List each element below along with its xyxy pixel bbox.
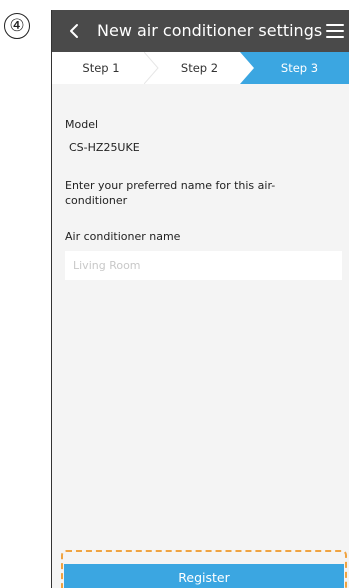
hamburger-menu-icon (326, 24, 344, 26)
step-number-marker: ④ (4, 13, 30, 39)
instruction-text-line1: Enter your preferred name for this air- (65, 179, 276, 192)
step-progress-bar: Step 1 Step 2 Step 3 (52, 52, 349, 84)
step-1: Step 1 (82, 61, 120, 75)
step-3: Step 3 (280, 61, 319, 75)
menu-button[interactable] (326, 22, 344, 40)
back-button[interactable] (62, 10, 86, 52)
model-value: CS-HZ25UKE (69, 141, 140, 154)
register-button[interactable]: Register (64, 564, 344, 588)
instruction-text-line2: conditioner (65, 194, 128, 207)
phone-screen: New air conditioner settings Step 1 Step… (51, 10, 349, 588)
page-title: New air conditioner settings (97, 21, 323, 40)
step-2: Step 2 (180, 61, 219, 75)
app-header: New air conditioner settings (52, 10, 349, 52)
chevron-left-icon (70, 24, 78, 38)
name-field-label: Air conditioner name (65, 230, 181, 243)
air-conditioner-name-input[interactable] (65, 251, 342, 280)
model-label: Model (65, 118, 99, 131)
